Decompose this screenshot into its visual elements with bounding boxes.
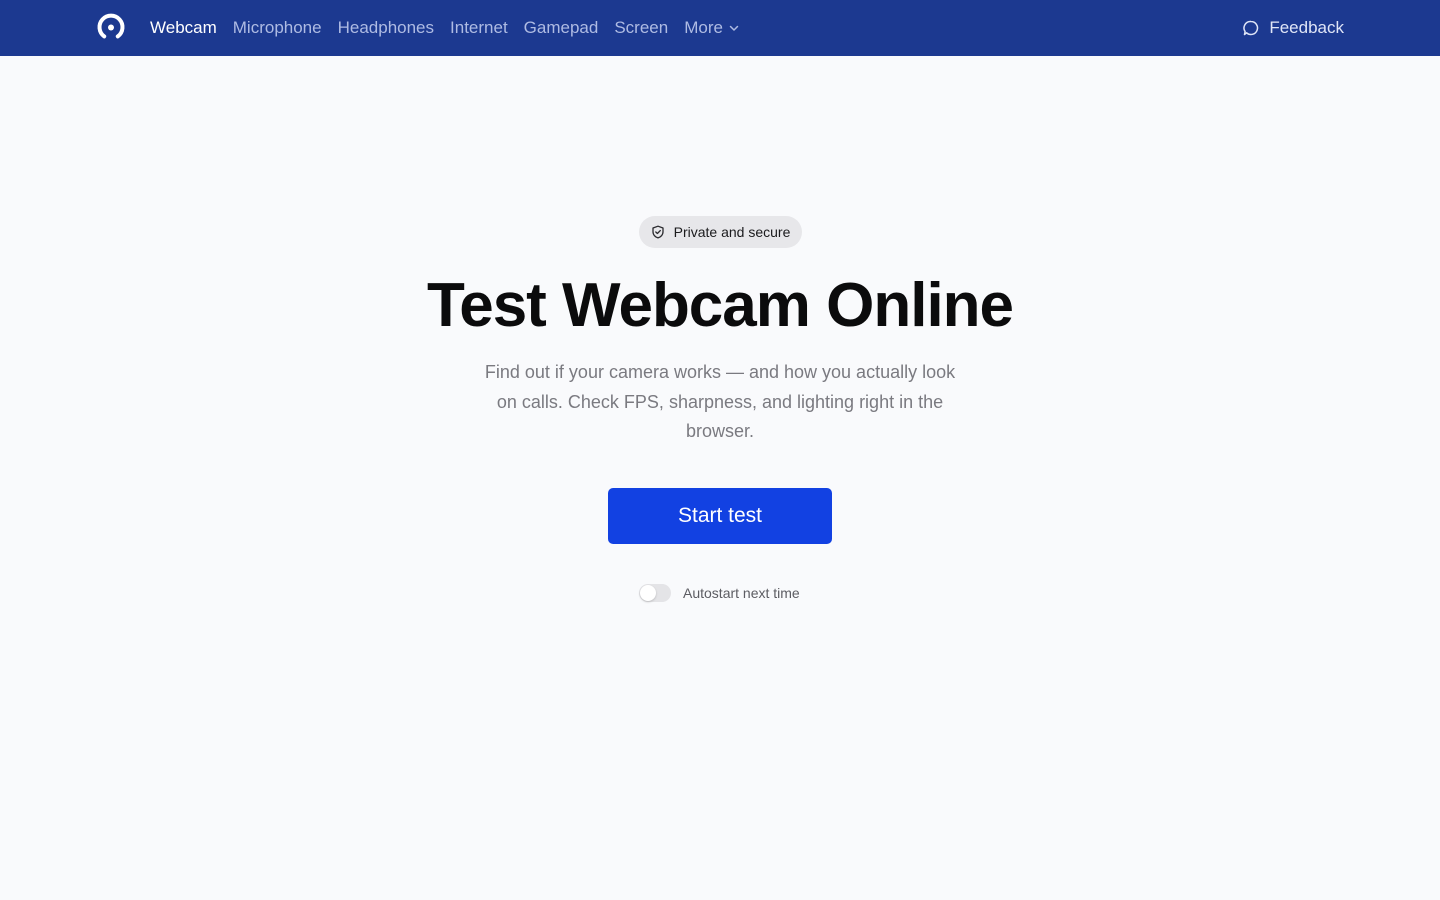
privacy-badge-label: Private and secure bbox=[673, 224, 791, 240]
chevron-down-icon bbox=[729, 25, 739, 31]
page-title: Test Webcam Online bbox=[426, 271, 1014, 340]
nav-item-headphones[interactable]: Headphones bbox=[338, 18, 434, 38]
shield-check-icon bbox=[651, 225, 664, 239]
main-nav: Webcam Microphone Headphones Internet Ga… bbox=[150, 0, 756, 56]
top-navigation-bar: Webcam Microphone Headphones Internet Ga… bbox=[0, 0, 1440, 56]
nav-item-screen[interactable]: Screen bbox=[614, 18, 668, 38]
autostart-label: Autostart next time bbox=[683, 585, 800, 601]
app-logo-icon[interactable] bbox=[96, 12, 126, 42]
feedback-button[interactable]: Feedback bbox=[1242, 0, 1344, 56]
privacy-badge: Private and secure bbox=[639, 216, 802, 248]
feedback-label: Feedback bbox=[1269, 18, 1344, 37]
autostart-setting[interactable]: Autostart next time bbox=[639, 582, 800, 604]
autostart-toggle[interactable] bbox=[639, 584, 671, 602]
nav-item-gamepad[interactable]: Gamepad bbox=[524, 18, 599, 38]
nav-item-internet[interactable]: Internet bbox=[450, 18, 508, 38]
nav-item-microphone[interactable]: Microphone bbox=[233, 18, 322, 38]
chat-bubble-icon bbox=[1243, 20, 1259, 36]
nav-more-menu[interactable]: More bbox=[684, 18, 740, 38]
start-test-button[interactable]: Start test bbox=[608, 488, 832, 544]
nav-more-label: More bbox=[684, 18, 723, 37]
nav-item-webcam[interactable]: Webcam bbox=[150, 18, 217, 38]
page-subtitle: Find out if your camera works — and how … bbox=[484, 362, 956, 441]
toggle-knob bbox=[640, 585, 656, 601]
